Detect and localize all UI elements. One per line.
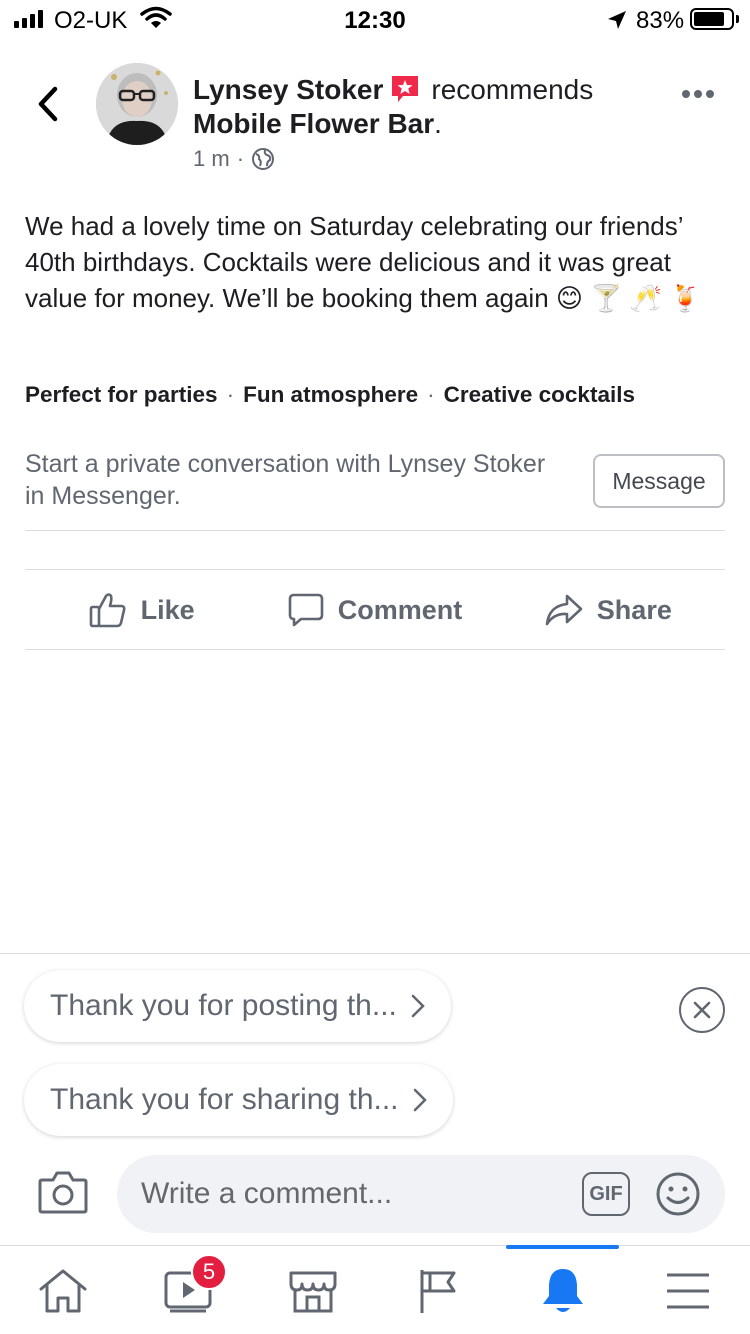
suggested-reply-text: Thank you for posting th... bbox=[50, 989, 397, 1022]
chevron-right-icon bbox=[411, 994, 425, 1018]
recommendation-tags: Perfect for parties · Fun atmosphere · Creat… bbox=[25, 382, 635, 408]
chevron-left-icon bbox=[38, 86, 58, 122]
chevron-right-icon bbox=[413, 1088, 427, 1112]
post-body: We had a lovely time on Saturday celebra… bbox=[25, 208, 730, 316]
thumbs-up-icon bbox=[89, 593, 126, 628]
recommends-label: recommends bbox=[431, 74, 594, 105]
post-emojis: 😊 🍸 🥂 🍹 bbox=[555, 283, 702, 313]
share-button[interactable]: Share bbox=[492, 571, 725, 649]
tab-menu[interactable] bbox=[625, 1246, 750, 1334]
globe-icon bbox=[252, 148, 275, 170]
pages-flag-icon bbox=[420, 1269, 455, 1313]
comment-button[interactable]: Comment bbox=[258, 571, 491, 649]
page-name-line: Mobile Flower Bar. bbox=[193, 107, 442, 141]
timestamp[interactable]: 1 m bbox=[193, 146, 230, 172]
active-tab-indicator bbox=[506, 1245, 619, 1249]
battery-tip bbox=[736, 15, 739, 23]
watch-notification-badge: 5 bbox=[191, 1254, 227, 1290]
marketplace-icon bbox=[289, 1271, 336, 1312]
tag-creative-cocktails: Creative cocktails bbox=[443, 382, 635, 407]
bottom-tab-bar bbox=[0, 1245, 750, 1334]
location-arrow-icon bbox=[608, 11, 626, 29]
close-icon bbox=[693, 1001, 711, 1019]
tab-notifications[interactable] bbox=[500, 1246, 625, 1334]
comment-bubble-icon bbox=[288, 593, 324, 627]
comment-input[interactable] bbox=[117, 1155, 725, 1233]
post-meta: 1 m · bbox=[193, 146, 275, 172]
battery-percent: 83% bbox=[636, 7, 685, 34]
share-arrow-icon bbox=[545, 594, 583, 626]
menu-icon bbox=[666, 1273, 709, 1308]
tab-home[interactable] bbox=[0, 1246, 125, 1334]
tab-watch[interactable] bbox=[125, 1246, 250, 1334]
meta-separator: · bbox=[236, 146, 245, 171]
home-icon bbox=[39, 1269, 86, 1312]
more-dot bbox=[706, 90, 714, 98]
comment-label: Comment bbox=[337, 594, 463, 625]
tab-pages[interactable] bbox=[375, 1246, 500, 1334]
tag-separator: · bbox=[226, 382, 235, 407]
tag-separator: · bbox=[427, 382, 435, 407]
more-dot bbox=[694, 90, 702, 98]
suggested-reply-chip[interactable]: Thank you for sharing th... bbox=[24, 1064, 453, 1136]
avatar-photo bbox=[96, 63, 178, 145]
divider bbox=[25, 569, 725, 570]
author-name[interactable]: Lynsey Stoker bbox=[193, 74, 383, 105]
suggested-reply-chip[interactable]: Thank you for posting th... bbox=[24, 970, 451, 1042]
emoji-button[interactable] bbox=[655, 1171, 701, 1222]
suggested-reply-text: Thank you for sharing th... bbox=[50, 1083, 399, 1116]
more-options-button[interactable] bbox=[682, 90, 714, 98]
camera-button[interactable] bbox=[38, 1170, 88, 1219]
tab-marketplace[interactable] bbox=[250, 1246, 375, 1334]
page-name[interactable]: Mobile Flower Bar bbox=[193, 108, 434, 139]
recommendation-star-icon bbox=[389, 73, 421, 105]
like-button[interactable]: Like bbox=[25, 571, 258, 649]
message-button[interactable]: Message bbox=[593, 454, 725, 508]
composer-divider bbox=[0, 953, 750, 954]
notifications-bell-icon bbox=[542, 1268, 583, 1312]
like-label: Like bbox=[140, 594, 195, 625]
avatar[interactable] bbox=[96, 63, 178, 145]
tag-perfect-for-parties: Perfect for parties bbox=[25, 382, 218, 407]
page-name-period: . bbox=[434, 108, 442, 139]
divider bbox=[25, 649, 725, 650]
battery-icon bbox=[690, 8, 734, 30]
dismiss-suggestions-button[interactable] bbox=[679, 987, 725, 1033]
divider bbox=[25, 530, 725, 531]
more-dot bbox=[682, 90, 690, 98]
smiley-icon bbox=[656, 1172, 700, 1216]
back-button[interactable] bbox=[28, 82, 68, 126]
author-line: Lynsey Stoker recommends bbox=[193, 73, 593, 107]
gif-button[interactable]: GIF bbox=[582, 1172, 630, 1216]
camera-icon bbox=[38, 1171, 88, 1214]
tag-fun-atmosphere: Fun atmosphere bbox=[243, 382, 419, 407]
share-label: Share bbox=[596, 594, 672, 625]
post-actions: Like Comment Share bbox=[25, 571, 725, 649]
battery-level bbox=[694, 12, 724, 26]
status-bar: O2-UK 12:30 83% bbox=[0, 0, 750, 40]
messenger-prompt: Start a private conversation with Lynsey… bbox=[25, 450, 546, 510]
